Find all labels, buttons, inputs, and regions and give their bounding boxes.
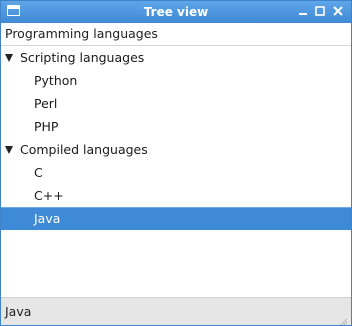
maximize-icon[interactable] — [313, 4, 327, 18]
tree-group-label: Compiled languages — [20, 142, 148, 157]
status-bar: Java — [1, 297, 351, 325]
resize-grip-icon[interactable] — [338, 312, 348, 325]
tree-item-label: Python — [34, 73, 78, 88]
close-icon[interactable] — [331, 4, 345, 18]
tree-item-python[interactable]: Python — [1, 69, 351, 92]
tree-item-label: C++ — [34, 188, 64, 203]
tree-item-label: Java — [34, 211, 61, 226]
tree-item-php[interactable]: PHP — [1, 115, 351, 138]
tree-view-window: Tree view Programming languages Scriptin… — [0, 0, 352, 326]
tree-item-label: C — [34, 165, 43, 180]
title-bar[interactable]: Tree view — [1, 1, 351, 23]
minimize-icon[interactable] — [296, 4, 310, 18]
tree-item-java[interactable]: Java — [1, 207, 351, 230]
column-header[interactable]: Programming languages — [1, 23, 351, 46]
expander-arrow-icon[interactable] — [5, 54, 13, 62]
status-text: Java — [5, 304, 32, 319]
column-header-label: Programming languages — [5, 26, 158, 41]
tree-group-label: Scripting languages — [20, 50, 145, 65]
tree-item-label: PHP — [34, 119, 59, 134]
tree-item-perl[interactable]: Perl — [1, 92, 351, 115]
tree-item-cpp[interactable]: C++ — [1, 184, 351, 207]
tree-item-label: Perl — [34, 96, 58, 111]
tree-group-scripting[interactable]: Scripting languages — [1, 46, 351, 69]
tree-item-c[interactable]: C — [1, 161, 351, 184]
expander-arrow-icon[interactable] — [5, 146, 13, 154]
tree-view: Scripting languages Python Perl PHP Comp… — [1, 46, 351, 230]
tree-group-compiled[interactable]: Compiled languages — [1, 138, 351, 161]
